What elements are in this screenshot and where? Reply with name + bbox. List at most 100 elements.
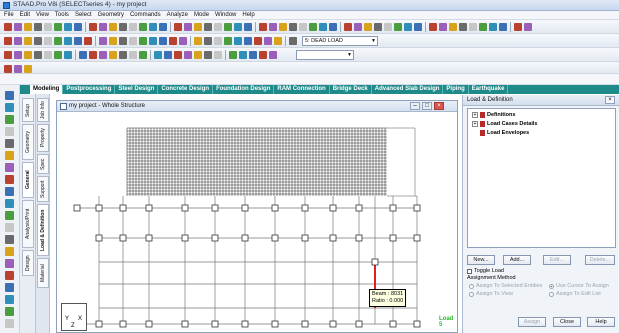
toolbar-tool-icon[interactable] [109,23,117,31]
toolbar-tool-icon[interactable] [14,23,22,31]
page-tab-geometry[interactable]: Geometry [22,124,34,160]
toolbar-tool-icon[interactable] [204,37,212,45]
toolbar-tool-icon[interactable] [119,23,127,31]
toolbar-tool-icon[interactable] [34,23,42,31]
toolbar-tool-icon[interactable] [184,23,192,31]
tree-item-load-envelopes[interactable]: Load Envelopes [472,129,529,137]
tab-bridge-deck[interactable]: Bridge Deck [330,85,372,94]
support-node[interactable] [355,320,363,328]
toolbar-tool-icon[interactable] [139,51,147,59]
new-button[interactable]: New... [467,255,495,265]
toolbar-tool-icon[interactable] [64,23,72,31]
assign-edit-list-radio[interactable]: Assign To Edit List [549,291,601,297]
support-node[interactable] [95,234,103,242]
toolbar-tool-icon[interactable] [214,37,222,45]
toolbar-tool-icon[interactable] [54,51,62,59]
support-node[interactable] [181,234,189,242]
close-window-button[interactable]: × [434,102,444,110]
toolbar-tool-icon[interactable] [4,37,12,45]
toolbar-tool-icon[interactable] [204,23,212,31]
side-tool-icon[interactable] [5,283,14,292]
toolbar-tool-icon[interactable] [184,51,192,59]
support-node[interactable] [119,320,127,328]
support-node[interactable] [271,204,279,212]
support-node[interactable] [271,320,279,328]
toolbar-tool-icon[interactable] [99,23,107,31]
support-node[interactable] [371,258,379,266]
toolbar-tool-icon[interactable] [109,37,117,45]
menu-edit[interactable]: Edit [20,12,30,18]
toolbar-tool-icon[interactable] [429,23,437,31]
menu-window[interactable]: Window [215,12,236,18]
support-node[interactable] [301,204,309,212]
support-node[interactable] [413,320,421,328]
menu-commands[interactable]: Commands [130,12,161,18]
toolbar-tool-icon[interactable] [139,37,147,45]
toolbar-tool-icon[interactable] [4,65,12,73]
menu-tools[interactable]: Tools [55,12,69,18]
tab-concrete-design[interactable]: Concrete Design [158,85,214,94]
support-node[interactable] [355,234,363,242]
support-node[interactable] [413,234,421,242]
toolbar-tool-icon[interactable] [489,23,497,31]
toolbar-tool-icon[interactable] [34,51,42,59]
toolbar-tool-icon[interactable] [384,23,392,31]
toolbar-tool-icon[interactable] [194,37,202,45]
tab-postprocessing[interactable]: Postprocessing [63,85,116,94]
menu-select[interactable]: Select [75,12,92,18]
support-node[interactable] [355,204,363,212]
support-node[interactable] [271,234,279,242]
subtab-material[interactable]: Material [37,258,49,288]
toolbar-tool-icon[interactable] [249,51,257,59]
toolbar-tool-icon[interactable] [224,37,232,45]
toolbar-tool-icon[interactable] [354,23,362,31]
toolbar-tool-icon[interactable] [194,23,202,31]
toolbar-tool-icon[interactable] [84,37,92,45]
support-node[interactable] [413,204,421,212]
toolbar-tool-icon[interactable] [159,37,167,45]
toolbar-tool-icon[interactable] [404,23,412,31]
toolbar-tool-icon[interactable] [14,51,22,59]
menu-analyze[interactable]: Analyze [167,12,188,18]
toolbar-tool-icon[interactable] [309,23,317,31]
toolbar-tool-icon[interactable] [514,23,522,31]
support-node[interactable] [329,320,337,328]
toolbar-tool-icon[interactable] [99,51,107,59]
toolbar-tool-icon[interactable] [179,37,187,45]
side-tool-icon[interactable] [5,175,14,184]
toolbar-tool-icon[interactable] [74,37,82,45]
toolbar-tool-icon[interactable] [169,37,177,45]
toolbar-tool-icon[interactable] [479,23,487,31]
support-node[interactable] [145,204,153,212]
toolbar-tool-icon[interactable] [194,51,202,59]
toolbar-tool-icon[interactable] [99,37,107,45]
toolbar-tool-icon[interactable] [289,23,297,31]
toolbar-tool-icon[interactable] [394,23,402,31]
toolbar-tool-icon[interactable] [149,23,157,31]
menu-mode[interactable]: Mode [194,12,209,18]
toolbar-tool-icon[interactable] [524,23,532,31]
toolbar-tool-icon[interactable] [279,23,287,31]
support-node[interactable] [329,204,337,212]
support-node[interactable] [301,320,309,328]
toolbar-tool-icon[interactable] [244,37,252,45]
side-tool-icon[interactable] [5,139,14,148]
toolbar-tool-icon[interactable] [44,37,52,45]
toolbar-tool-icon[interactable] [499,23,507,31]
menu-help[interactable]: Help [242,12,254,18]
toolbar-tool-icon[interactable] [159,23,167,31]
tab-piping[interactable]: Piping [443,85,469,94]
support-node[interactable] [389,204,397,212]
add-button[interactable]: Add... [503,255,531,265]
toolbar-tool-icon[interactable] [54,23,62,31]
toolbar-tool-icon[interactable] [259,23,267,31]
tab-advanced-slab-design[interactable]: Advanced Slab Design [372,85,444,94]
toolbar-tool-icon[interactable] [449,23,457,31]
toolbar-tool-icon[interactable] [24,37,32,45]
support-node[interactable] [301,234,309,242]
side-tool-icon[interactable] [5,115,14,124]
side-tool-icon[interactable] [5,91,14,100]
menu-file[interactable]: File [4,12,14,18]
load-case-combo[interactable]: 5: DEAD LOAD ▼ [302,36,378,46]
toolbar-tool-icon[interactable] [439,23,447,31]
